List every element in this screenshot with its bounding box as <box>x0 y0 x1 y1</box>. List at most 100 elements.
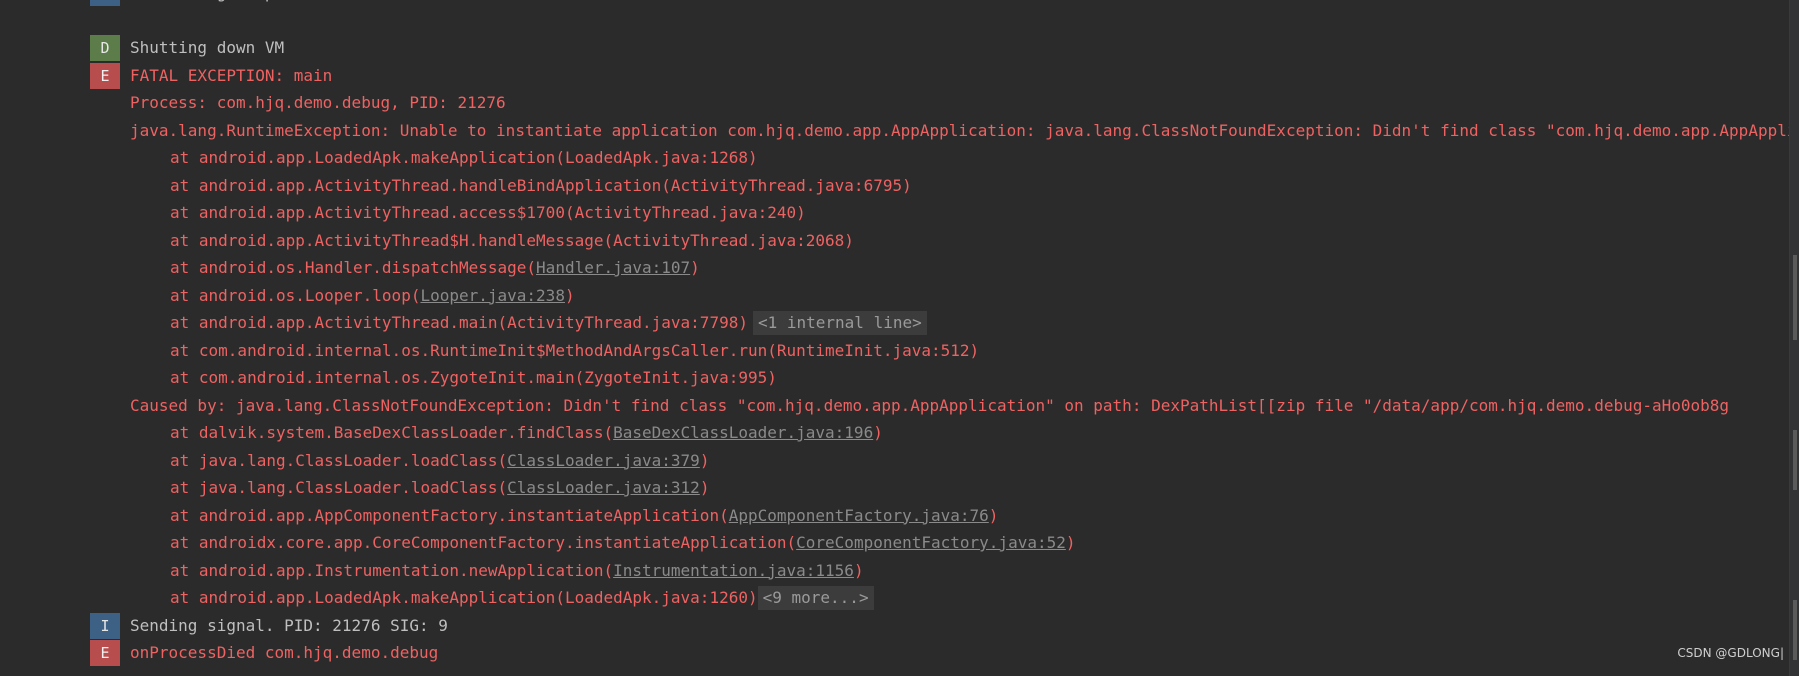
log-text: ) <box>690 258 700 277</box>
log-text: at java.lang.ClassLoader.loadClass( <box>170 450 508 470</box>
log-message: at android.os.Looper.loop(Looper.java:23… <box>170 283 575 309</box>
log-level-badge: E <box>90 62 120 89</box>
log-line[interactable]: at com.android.internal.os.RuntimeInit$M… <box>0 338 1790 364</box>
log-text: at android.app.LoadedApk.makeApplication… <box>170 148 758 167</box>
log-text: ) <box>564 285 575 305</box>
log-text: at com.android.internal.os.RuntimeInit$M… <box>170 340 980 360</box>
log-line[interactable]: D Shutting down VM <box>0 35 1790 61</box>
log-text: FATAL EXCEPTION: main <box>130 65 333 85</box>
log-message: at android.os.Handler.dispatchMessage(Ha… <box>170 255 700 281</box>
log-message: at java.lang.ClassLoader.loadClass(Class… <box>170 475 709 501</box>
log-line[interactable]: at android.app.Instrumentation.newApplic… <box>0 558 1790 584</box>
log-text: Sending signal. PID: 21276 SIG: 9 <box>130 615 448 635</box>
log-level-badge: D <box>90 35 120 61</box>
log-text: onProcessDied com.hjq.demo.debug <box>130 643 439 662</box>
log-message: Process: com.hjq.demo.debug, PID: 21276 <box>130 90 506 116</box>
log-line[interactable]: at android.app.ActivityThread.handleBind… <box>0 173 1790 199</box>
log-message: at android.app.ActivityThread.main(Activ… <box>170 310 927 336</box>
log-message: at com.android.internal.os.ZygoteInit.ma… <box>170 365 777 391</box>
log-line[interactable]: java.lang.RuntimeException: Unable to in… <box>0 118 1790 144</box>
log-text: Caused by: java.lang.ClassNotFoundExcept… <box>130 395 1730 415</box>
log-line[interactable]: at androidx.core.app.CoreComponentFactor… <box>0 530 1790 556</box>
source-file-link[interactable]: ClassLoader.java:312 <box>507 478 700 497</box>
log-text: ) <box>988 505 999 525</box>
log-text: ) <box>699 478 710 497</box>
log-text: ) <box>699 450 710 470</box>
log-line[interactable]: at android.app.ActivityThread$H.handleMe… <box>0 228 1790 254</box>
log-text: at android.os.Handler.dispatchMessage( <box>170 258 537 277</box>
log-text: at dalvik.system.BaseDexClassLoader.find… <box>170 423 614 442</box>
source-file-link[interactable]: BaseDexClassLoader.java:196 <box>613 423 873 442</box>
log-message: at android.app.Instrumentation.newApplic… <box>170 558 864 584</box>
source-file-link[interactable]: Looper.java:238 <box>420 286 565 305</box>
log-message: at androidx.core.app.CoreComponentFactor… <box>170 530 1076 556</box>
log-line[interactable]: at android.os.Looper.loop(Looper.java:23… <box>0 283 1790 309</box>
log-line[interactable]: at android.app.LoadedApk.makeApplication… <box>0 585 1790 611</box>
folded-lines-toggle[interactable]: <9 more...> <box>757 586 874 610</box>
log-line[interactable]: at android.app.AppComponentFactory.insta… <box>0 503 1790 529</box>
log-text: at android.os.Looper.loop( <box>170 285 421 305</box>
log-line[interactable]: at java.lang.ClassLoader.loadClass(Class… <box>0 448 1790 474</box>
log-line[interactable]: Process: com.hjq.demo.debug, PID: 21276 <box>0 90 1790 116</box>
log-message: onProcessDied com.hjq.demo.debug <box>130 640 438 666</box>
log-text: ) <box>1065 533 1076 552</box>
log-line[interactable]: at android.app.ActivityThread.access$170… <box>0 200 1790 226</box>
log-text: at java.lang.ClassLoader.loadClass( <box>170 478 508 497</box>
log-message: FATAL EXCEPTION: main <box>130 63 332 89</box>
log-message: at android.app.LoadedApk.makeApplication… <box>170 585 874 611</box>
log-message: Connecting to perf service. <box>130 0 390 6</box>
folded-lines-toggle[interactable]: <1 internal line> <box>752 311 927 335</box>
log-text: at android.app.ActivityThread$H.handleMe… <box>170 230 854 250</box>
source-file-link[interactable]: AppComponentFactory.java:76 <box>729 506 989 525</box>
log-message: Shutting down VM <box>130 35 284 61</box>
source-file-link[interactable]: CoreComponentFactory.java:52 <box>796 533 1066 552</box>
side-panel-tab[interactable] <box>1793 600 1797 660</box>
log-text: at com.android.internal.os.ZygoteInit.ma… <box>170 368 777 387</box>
log-message: at android.app.AppComponentFactory.insta… <box>170 503 998 529</box>
log-line[interactable]: E FATAL EXCEPTION: main <box>0 62 1790 89</box>
log-message: at android.app.ActivityThread.handleBind… <box>170 173 912 199</box>
log-text: Process: com.hjq.demo.debug, PID: 21276 <box>130 93 506 112</box>
log-message: at java.lang.ClassLoader.loadClass(Class… <box>170 448 709 474</box>
log-text: at android.app.ActivityThread.handleBind… <box>170 175 912 195</box>
source-file-link[interactable]: Handler.java:107 <box>536 258 690 277</box>
log-text: at android.app.LoadedApk.makeApplication… <box>170 588 758 607</box>
log-message: at android.app.ActivityThread$H.handleMe… <box>170 228 854 254</box>
log-line[interactable]: at android.app.LoadedApk.makeApplication… <box>0 145 1790 171</box>
log-message: at android.app.ActivityThread.access$170… <box>170 200 806 226</box>
log-text: at android.app.Instrumentation.newApplic… <box>170 560 614 580</box>
log-line[interactable]: at android.os.Handler.dispatchMessage(Ha… <box>0 255 1790 281</box>
logcat-window: I Connecting to perf service. D Shutting do… <box>0 0 1799 676</box>
log-line[interactable]: I Connecting to perf service. <box>0 0 1790 6</box>
log-line[interactable]: Caused by: java.lang.ClassNotFoundExcept… <box>0 393 1790 419</box>
log-line[interactable]: at com.android.internal.os.ZygoteInit.ma… <box>0 365 1790 391</box>
log-message: java.lang.RuntimeException: Unable to in… <box>130 118 1790 144</box>
source-file-link[interactable]: Instrumentation.java:1156 <box>613 561 854 580</box>
log-message: at com.android.internal.os.RuntimeInit$M… <box>170 338 979 364</box>
log-line[interactable]: at android.app.ActivityThread.main(Activ… <box>0 310 1790 336</box>
vertical-scrollbar[interactable] <box>1789 0 1799 676</box>
watermark: CSDN @GDLONG| <box>1677 646 1784 660</box>
log-text: at android.app.ActivityThread.access$170… <box>170 203 806 222</box>
log-level-badge: I <box>90 612 120 639</box>
log-line[interactable] <box>0 8 1790 34</box>
log-text: java.lang.RuntimeException: Unable to in… <box>130 120 1790 140</box>
log-message: at android.app.LoadedApk.makeApplication… <box>170 145 758 171</box>
log-text: at android.app.AppComponentFactory.insta… <box>170 505 729 525</box>
log-line[interactable]: at java.lang.ClassLoader.loadClass(Class… <box>0 475 1790 501</box>
source-file-link[interactable]: ClassLoader.java:379 <box>507 451 700 470</box>
log-line[interactable]: at dalvik.system.BaseDexClassLoader.find… <box>0 420 1790 446</box>
log-text: Shutting down VM <box>130 38 285 57</box>
logcat-output[interactable]: I Connecting to perf service. D Shutting do… <box>0 0 1790 676</box>
side-panel-tab[interactable] <box>1793 255 1797 340</box>
log-line[interactable]: EonProcessDied com.hjq.demo.debug <box>0 640 1790 666</box>
log-text: at androidx.core.app.CoreComponentFactor… <box>170 533 797 552</box>
log-text: Connecting to perf service. <box>130 0 390 2</box>
log-message: Sending signal. PID: 21276 SIG: 9 <box>130 613 448 639</box>
log-message: Caused by: java.lang.ClassNotFoundExcept… <box>130 393 1729 419</box>
log-text: ) <box>873 423 883 442</box>
log-line[interactable]: I Sending signal. PID: 21276 SIG: 9 <box>0 612 1790 639</box>
log-level-badge: E <box>90 640 120 666</box>
side-panel-tab[interactable] <box>1793 430 1797 490</box>
log-level-badge: I <box>90 0 120 6</box>
